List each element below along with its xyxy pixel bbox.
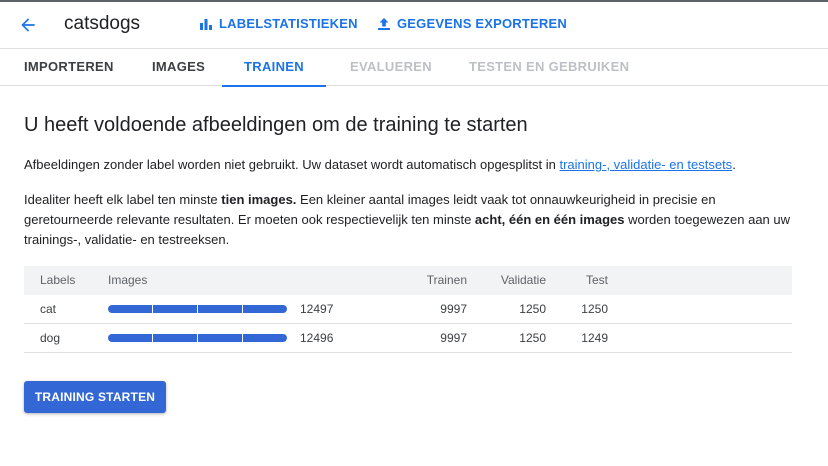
row-trainen: 9997 (440, 302, 467, 316)
tab-train[interactable]: TRAINEN (222, 49, 326, 87)
app-header: catsdogs LABELSTATISTIEKEN GEGEVENS EXPO… (0, 0, 828, 48)
row-trainen: 9997 (440, 331, 467, 345)
table-row: cat 12497 9997 1250 1250 (24, 295, 792, 324)
label-statistics-button[interactable]: LABELSTATISTIEKEN (199, 16, 358, 31)
page-heading: U heeft voldoende afbeeldingen om de tra… (24, 114, 528, 136)
tab-images[interactable]: IMAGES (152, 49, 205, 86)
header-images: Images (108, 273, 148, 287)
tab-bar: IMPORTEREN IMAGES TRAINEN EVALUEREN TEST… (0, 48, 828, 87)
tab-import-label: IMPORTEREN (24, 59, 114, 74)
header-test: Test (585, 273, 608, 287)
start-training-button[interactable]: TRAINING STARTEN (24, 381, 166, 413)
images-bar (108, 305, 287, 313)
row-label: dog (40, 331, 61, 345)
back-button[interactable] (14, 11, 42, 39)
export-data-button[interactable]: GEGEVENS EXPORTEREN (377, 16, 567, 31)
p2-bold-split-minimum: acht, één en één images (474, 212, 625, 227)
minimum-images-text: Idealiter heeft elk label ten minste tie… (24, 190, 792, 250)
p1-end: . (732, 157, 736, 172)
tab-images-label: IMAGES (152, 59, 206, 74)
tab-test-and-use: TESTEN EN GEBRUIKEN (469, 49, 629, 86)
row-validatie: 1250 (519, 331, 546, 345)
tab-test-and-use-label: TESTEN EN GEBRUIKEN (469, 59, 630, 74)
images-bar (108, 334, 287, 342)
tab-evaluate-label: EVALUEREN (350, 59, 432, 74)
row-images-count: 12497 (300, 302, 334, 316)
row-test: 1250 (581, 302, 608, 316)
unlabeled-info-text: Afbeeldingen zonder label worden niet ge… (24, 155, 736, 175)
p2-bold-ten-images: tien images. (221, 192, 297, 207)
header-labels: Labels (40, 273, 76, 287)
header-trainen: Trainen (426, 273, 467, 287)
tab-train-label: TRAINEN (244, 59, 304, 74)
table-row: dog 12496 9997 1250 1249 (24, 324, 792, 353)
export-data-label: GEGEVENS EXPORTEREN (397, 16, 567, 31)
table-header: Labels Images Trainen Validatie Test (24, 266, 792, 295)
row-validatie: 1250 (519, 302, 546, 316)
label-statistics-label: LABELSTATISTIEKEN (219, 16, 358, 31)
row-test: 1249 (581, 331, 608, 345)
header-validatie: Validatie (500, 273, 546, 287)
row-label: cat (40, 302, 57, 316)
row-images-count: 12496 (300, 331, 334, 345)
dataset-title: catsdogs (64, 13, 141, 34)
tab-import[interactable]: IMPORTEREN (24, 49, 114, 86)
active-tab-indicator (222, 85, 326, 87)
dataset-split-link[interactable]: training-, validatie- en testsets (559, 157, 732, 172)
arrow-back-icon (21, 18, 35, 32)
p2-part-a: Idealiter heeft elk label ten minste (24, 192, 222, 207)
export-icon (378, 17, 390, 30)
label-split-table: Labels Images Trainen Validatie Test cat… (24, 266, 792, 353)
tab-evaluate: EVALUEREN (350, 49, 432, 86)
bar-chart-icon (200, 18, 212, 30)
p1-text: Afbeeldingen zonder label worden niet ge… (24, 157, 560, 172)
